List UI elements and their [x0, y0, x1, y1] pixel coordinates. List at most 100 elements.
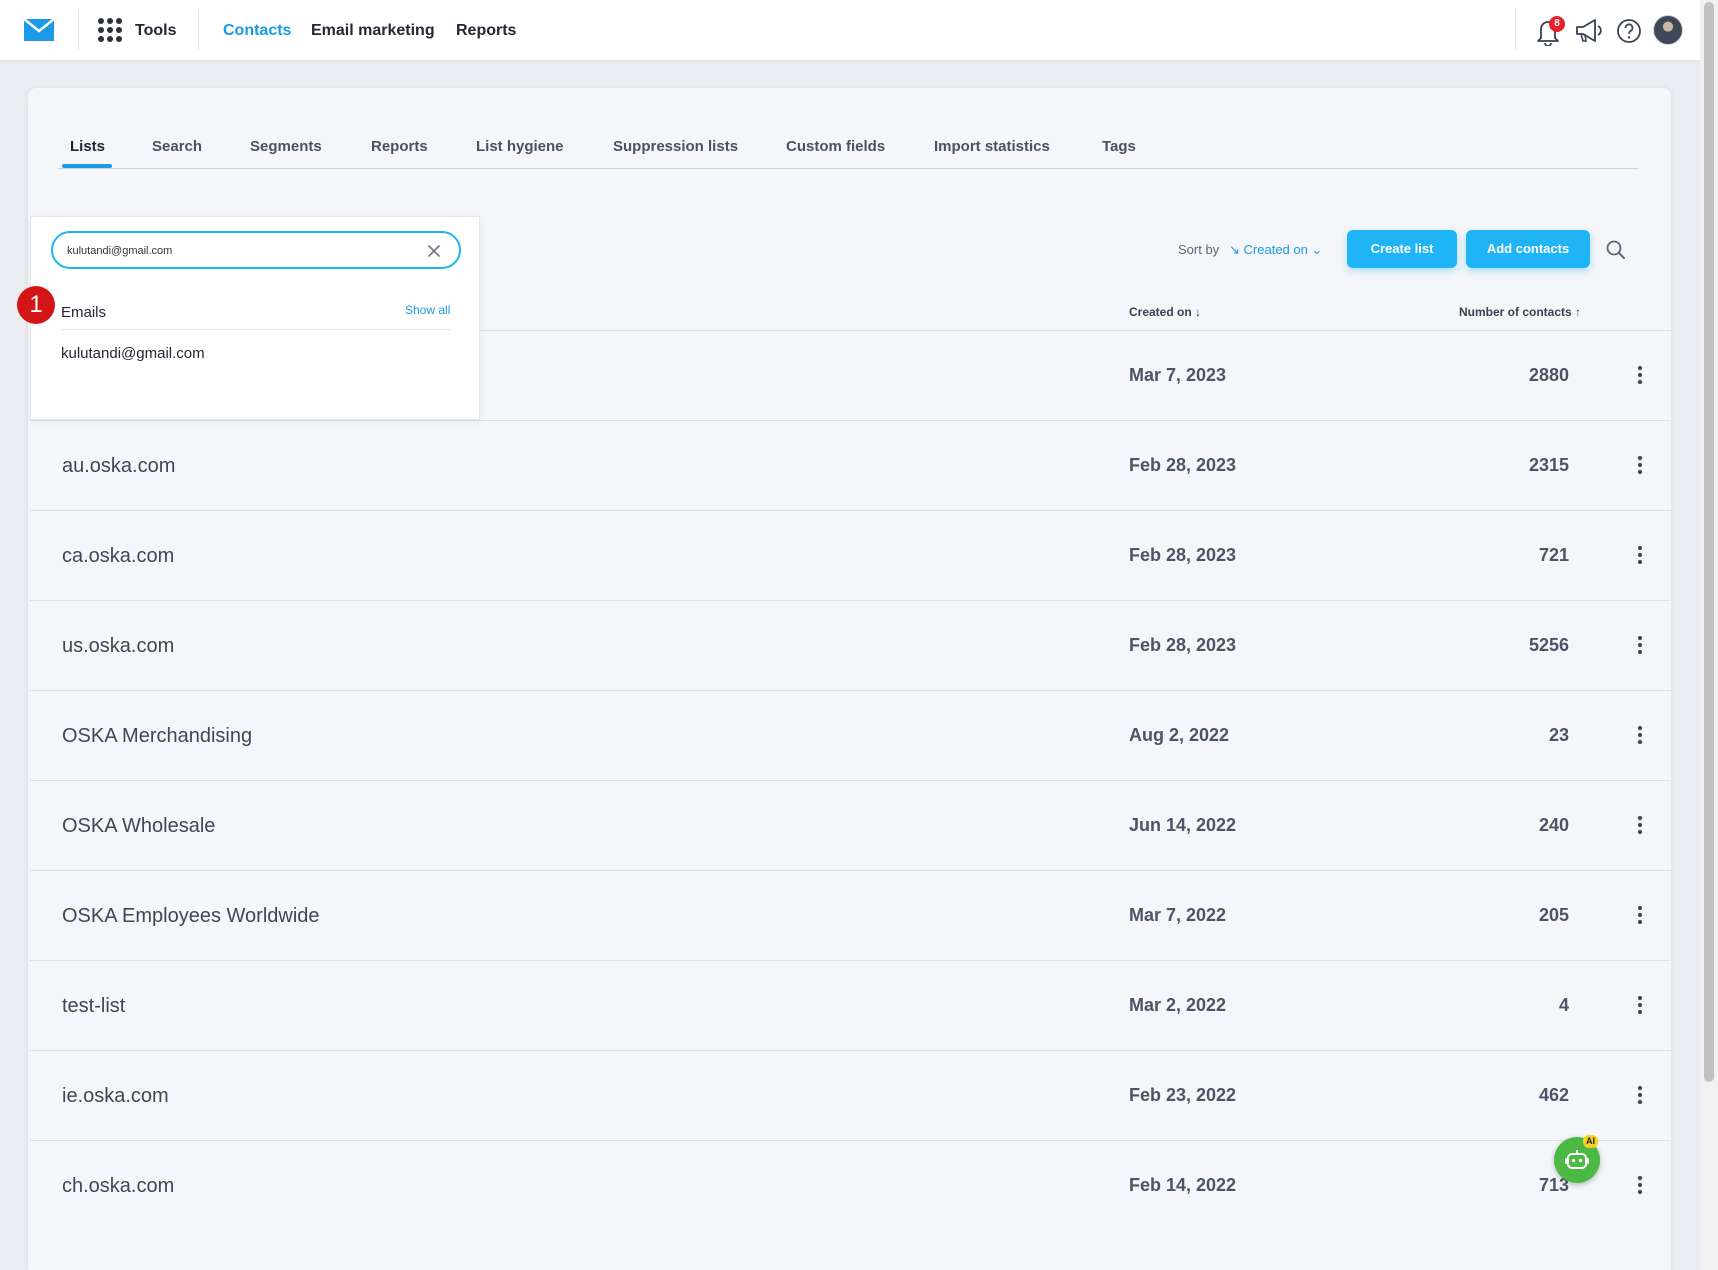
ai-assistant-button[interactable]: AI	[1554, 1135, 1600, 1183]
table-row[interactable]: ie.oska.com Feb 23, 2022 462	[30, 1050, 1671, 1140]
chevron-down-icon: ⌄	[1311, 242, 1323, 257]
search-section-heading: Emails	[61, 304, 107, 321]
list-contact-count: 240	[1538, 815, 1569, 835]
tab-segments[interactable]: Segments	[250, 138, 322, 155]
table-row[interactable]: us.oska.com Feb 28, 2023 5256	[30, 600, 1671, 690]
divider	[1515, 10, 1516, 50]
more-options-icon[interactable]	[1632, 454, 1648, 476]
nav-email-marketing[interactable]: Email marketing	[311, 22, 435, 40]
apps-grid-icon[interactable]	[98, 18, 122, 42]
clear-search-icon[interactable]	[426, 243, 442, 259]
list-created-date: Jun 14, 2022	[1129, 815, 1237, 835]
list-name[interactable]: OSKA Merchandising	[62, 725, 252, 748]
app-logo-icon[interactable]	[22, 16, 56, 44]
sort-by-dropdown[interactable]: ↘ Created on ⌄	[1229, 242, 1322, 258]
tab-search[interactable]: Search	[152, 138, 202, 155]
more-options-icon[interactable]	[1632, 1084, 1648, 1106]
table-row[interactable]: OSKA Wholesale Jun 14, 2022 240	[30, 780, 1671, 870]
list-name[interactable]: OSKA Wholesale	[62, 815, 215, 838]
list-created-date: Feb 28, 2023	[1129, 545, 1237, 565]
list-contact-count: 2880	[1528, 365, 1569, 385]
nav-contacts[interactable]: Contacts	[223, 22, 291, 40]
sort-by-label: Sort by	[1178, 242, 1220, 257]
tab-reports[interactable]: Reports	[371, 138, 428, 155]
sort-desc-icon: ↓	[1195, 305, 1202, 319]
more-options-icon[interactable]	[1632, 544, 1648, 566]
list-contact-count: 2315	[1528, 455, 1569, 475]
list-created-date: Feb 28, 2023	[1129, 455, 1237, 475]
list-name[interactable]: OSKA Employees Worldwide	[62, 905, 320, 928]
table-row[interactable]: test-list Mar 2, 2022 4	[30, 960, 1671, 1050]
more-options-icon[interactable]	[1632, 1174, 1648, 1196]
more-options-icon[interactable]	[1632, 364, 1648, 386]
divider	[198, 10, 199, 50]
page-scrollbar[interactable]	[1700, 0, 1718, 1270]
more-options-icon[interactable]	[1632, 724, 1648, 746]
list-contact-count: 5256	[1528, 635, 1569, 655]
list-name[interactable]: au.oska.com	[62, 455, 175, 478]
tab-tags[interactable]: Tags	[1102, 138, 1136, 155]
help-icon[interactable]	[1614, 14, 1644, 46]
list-contact-count: 721	[1538, 545, 1569, 565]
tools-menu[interactable]: Tools	[135, 22, 176, 40]
notifications-count-badge: 8	[1549, 16, 1565, 32]
list-created-date: Feb 28, 2023	[1129, 635, 1237, 655]
sort-asc-icon: ↑	[1575, 305, 1582, 319]
search-icon[interactable]	[1605, 239, 1627, 261]
tab-custom-fields[interactable]: Custom fields	[786, 138, 885, 155]
notifications-bell-icon[interactable]: 8	[1533, 14, 1565, 47]
top-bar: Tools Contacts Email marketing Reports 8	[0, 0, 1700, 61]
nav-reports[interactable]: Reports	[456, 22, 516, 40]
tab-import-statistics[interactable]: Import statistics	[934, 138, 1050, 155]
list-name[interactable]: test-list	[62, 995, 125, 1018]
list-created-date: Mar 2, 2022	[1129, 995, 1227, 1015]
list-name[interactable]: ch.oska.com	[62, 1175, 174, 1198]
table-row[interactable]: OSKA Merchandising Aug 2, 2022 23	[30, 690, 1671, 780]
tab-list-hygiene[interactable]: List hygiene	[476, 138, 564, 155]
list-created-date: Aug 2, 2022	[1129, 725, 1230, 745]
column-header-number-of-contacts[interactable]: Number of contacts ↑	[1459, 305, 1581, 319]
sort-by-value: Created on	[1243, 242, 1308, 257]
user-avatar[interactable]	[1653, 15, 1683, 45]
more-options-icon[interactable]	[1632, 634, 1648, 656]
column-header-label: Created on	[1129, 305, 1192, 319]
more-options-icon[interactable]	[1632, 904, 1648, 926]
table-row[interactable]: au.oska.com Feb 28, 2023 2315	[30, 420, 1671, 510]
search-dropdown: Emails Show all kulutandi@gmail.com	[30, 216, 480, 420]
tab-suppression-lists[interactable]: Suppression lists	[613, 138, 738, 155]
active-tab-indicator	[62, 164, 112, 168]
list-name[interactable]: ie.oska.com	[62, 1085, 169, 1108]
contacts-tabs: Lists Search Segments Reports List hygie…	[57, 128, 1639, 169]
column-header-label: Number of contacts	[1459, 305, 1572, 319]
list-contact-count: 23	[1548, 725, 1569, 745]
list-contact-count: 4	[1558, 995, 1569, 1015]
divider	[61, 329, 451, 330]
list-created-date: Feb 23, 2022	[1129, 1085, 1237, 1105]
search-input[interactable]	[67, 241, 407, 261]
search-result-email[interactable]: kulutandi@gmail.com	[61, 345, 205, 362]
list-contact-count: 205	[1538, 905, 1569, 925]
ai-badge: AI	[1583, 1135, 1598, 1148]
create-list-button[interactable]: Create list	[1347, 230, 1457, 268]
list-contact-count: 462	[1538, 1085, 1569, 1105]
tab-lists[interactable]: Lists	[70, 138, 105, 155]
search-field[interactable]	[51, 231, 461, 269]
show-all-link[interactable]: Show all	[405, 303, 450, 317]
divider	[78, 10, 79, 50]
list-created-date: Mar 7, 2022	[1129, 905, 1227, 925]
table-row[interactable]: ch.oska.com Feb 14, 2022 713	[30, 1140, 1671, 1230]
column-header-created-on[interactable]: Created on ↓	[1129, 305, 1201, 319]
scrollbar-thumb[interactable]	[1704, 2, 1714, 1082]
list-name[interactable]: ca.oska.com	[62, 545, 174, 568]
step-marker: 1	[17, 286, 55, 324]
add-contacts-button[interactable]: Add contacts	[1466, 230, 1590, 268]
megaphone-icon[interactable]	[1573, 14, 1605, 46]
list-created-date: Feb 14, 2022	[1129, 1175, 1237, 1195]
list-created-date: Mar 7, 2023	[1129, 365, 1227, 385]
more-options-icon[interactable]	[1632, 814, 1648, 836]
table-row[interactable]: ca.oska.com Feb 28, 2023 721	[30, 510, 1671, 600]
list-name[interactable]: us.oska.com	[62, 635, 174, 658]
more-options-icon[interactable]	[1632, 994, 1648, 1016]
table-row[interactable]: OSKA Employees Worldwide Mar 7, 2022 205	[30, 870, 1671, 960]
sort-arrow-icon: ↘	[1229, 242, 1240, 257]
